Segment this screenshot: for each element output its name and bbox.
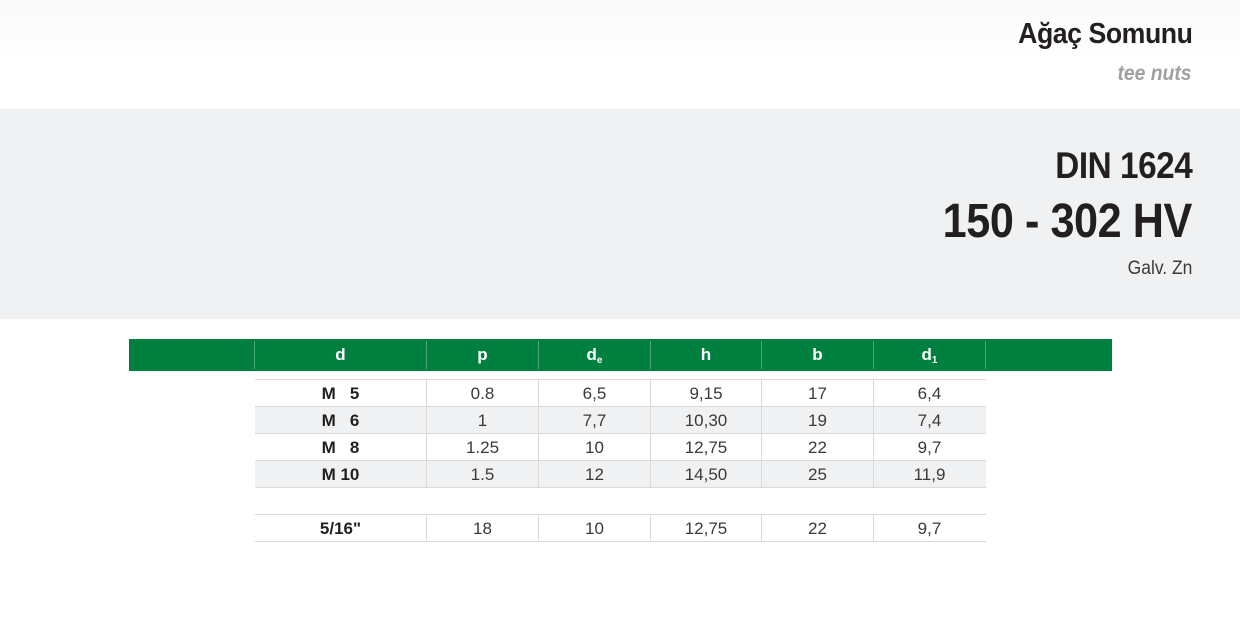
coating-label: Galv. Zn xyxy=(1127,258,1192,279)
column-header-h: h xyxy=(700,345,712,364)
size-cell: M 5 xyxy=(321,384,360,403)
column-divider xyxy=(873,514,874,542)
pitch-cell: 1 xyxy=(477,411,488,430)
column-divider xyxy=(761,379,762,488)
size-cell: 5/16" xyxy=(319,519,362,538)
d1-cell: 9,7 xyxy=(917,438,942,457)
h-cell: 12,75 xyxy=(684,519,728,538)
b-cell: 25 xyxy=(808,465,827,484)
h-cell: 14,50 xyxy=(684,465,728,484)
row-divider xyxy=(255,514,986,515)
size-cell: M 10 xyxy=(321,465,360,484)
column-header-p: p xyxy=(477,345,488,364)
de-cell: 7,7 xyxy=(582,411,607,430)
de-cell: 6,5 xyxy=(582,384,607,403)
row-divider xyxy=(255,460,986,461)
column-header-de: de xyxy=(586,345,603,366)
column-divider xyxy=(650,514,651,542)
d1-cell: 7,4 xyxy=(917,411,942,430)
d1-cell: 11,9 xyxy=(913,465,946,484)
d1-cell: 6,4 xyxy=(917,384,942,403)
row-divider xyxy=(255,541,986,542)
h-cell: 12,75 xyxy=(684,438,728,457)
b-cell: 17 xyxy=(808,384,827,403)
pitch-cell: 0.8 xyxy=(470,384,495,403)
column-divider xyxy=(538,514,539,542)
product-title: Ağaç Somunu xyxy=(1017,18,1193,50)
pitch-cell: 18 xyxy=(473,519,492,538)
column-header-d: d xyxy=(335,345,346,364)
column-header-d1: d1 xyxy=(921,345,938,366)
de-cell: 10 xyxy=(585,519,604,538)
column-divider xyxy=(650,379,651,488)
table-row: 5/16" 18 10 12,75 22 9,7 xyxy=(255,515,986,542)
table-row: M 8 1.25 10 12,75 22 9,7 xyxy=(255,434,986,461)
row-divider xyxy=(255,379,986,380)
pitch-cell: 1.5 xyxy=(470,465,495,484)
table-row: M 6 1 7,7 10,30 19 7,4 xyxy=(255,407,986,434)
column-divider xyxy=(426,379,427,488)
row-divider xyxy=(255,433,986,434)
b-cell: 22 xyxy=(808,519,827,538)
pitch-cell: 1.25 xyxy=(465,438,500,457)
standard-label: DIN 1624 xyxy=(1054,145,1193,186)
b-cell: 19 xyxy=(808,411,827,430)
table-row: M 5 0.8 6,5 9,15 17 6,4 xyxy=(255,380,986,407)
h-cell: 9,15 xyxy=(689,384,723,403)
row-divider xyxy=(255,406,986,407)
de-cell: 12 xyxy=(585,465,604,484)
column-divider xyxy=(761,514,762,542)
row-divider xyxy=(255,487,986,488)
h-cell: 10,30 xyxy=(684,411,728,430)
product-subtitle: tee nuts xyxy=(1117,62,1192,85)
column-divider xyxy=(873,379,874,488)
size-cell: M 8 xyxy=(321,438,360,457)
column-divider xyxy=(426,514,427,542)
column-divider xyxy=(538,379,539,488)
d1-cell: 9,7 xyxy=(917,519,942,538)
table-header: d p de h b d1 xyxy=(129,339,1112,371)
column-header-b: b xyxy=(812,345,823,364)
table-row: M 10 1.5 12 14,50 25 11,9 xyxy=(255,461,986,488)
size-cell: M 6 xyxy=(321,411,360,430)
header-divider xyxy=(985,341,986,369)
title-band xyxy=(0,0,1240,109)
b-cell: 22 xyxy=(808,438,827,457)
hardness-label: 150 - 302 HV xyxy=(942,195,1193,248)
de-cell: 10 xyxy=(585,438,604,457)
